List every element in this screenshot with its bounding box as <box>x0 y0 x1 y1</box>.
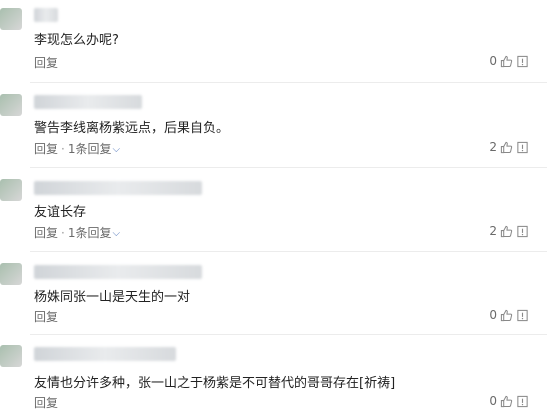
comment-text: 友谊长存 <box>34 205 87 220</box>
view-replies-button[interactable]: 1条回复⌵ <box>68 142 120 156</box>
reply-button[interactable]: 回复 <box>34 142 58 156</box>
view-replies-button[interactable]: 1条回复⌵ <box>68 226 120 240</box>
username-blurred[interactable] <box>34 265 202 279</box>
replies-count-label: 1条回复 <box>67 226 112 240</box>
comment-actions: 回复 · 1条回复⌵ <box>34 142 121 156</box>
avatar[interactable] <box>0 179 22 201</box>
comment-text: 友情也分许多种，张一山之于杨紫是不可替代的哥哥存在[祈祷] <box>34 376 396 391</box>
flag-icon[interactable] <box>516 309 529 322</box>
thumbs-up-icon[interactable] <box>500 309 513 322</box>
comment-actions: 回复 <box>34 54 58 71</box>
flag-icon[interactable] <box>516 55 529 68</box>
flag-icon[interactable] <box>516 141 529 154</box>
replies-count-label: 1条回复 <box>67 142 112 156</box>
chevron-down-icon: ⌵ <box>112 228 121 239</box>
comment-right-actions: 2 <box>489 140 529 154</box>
reply-button[interactable]: 回复 <box>34 310 58 324</box>
comment-actions: 回复 <box>34 308 58 325</box>
comment-right-actions: 0 <box>489 394 529 408</box>
thumbs-up-icon[interactable] <box>500 395 513 408</box>
comment-right-actions: 0 <box>489 308 529 322</box>
flag-icon[interactable] <box>516 225 529 238</box>
avatar[interactable] <box>0 345 22 367</box>
thumbs-up-icon[interactable] <box>500 55 513 68</box>
username-blurred[interactable] <box>34 8 58 22</box>
comment-right-actions: 0 <box>489 54 529 68</box>
divider <box>30 251 547 252</box>
thumbs-up-icon[interactable] <box>500 225 513 238</box>
like-count: 2 <box>489 224 497 238</box>
flag-icon[interactable] <box>516 395 529 408</box>
like-count: 0 <box>489 394 497 408</box>
avatar[interactable] <box>0 263 22 285</box>
username-blurred[interactable] <box>34 95 142 109</box>
divider <box>30 82 547 83</box>
avatar[interactable] <box>0 94 22 116</box>
comment-right-actions: 2 <box>489 224 529 238</box>
comment-text: 警告李线离杨紫远点，后果自负。 <box>34 121 230 136</box>
like-count: 0 <box>489 54 497 68</box>
comment-actions: 回复 · 1条回复⌵ <box>34 226 121 240</box>
username-blurred[interactable] <box>34 181 202 195</box>
divider <box>30 167 547 168</box>
reply-button[interactable]: 回复 <box>34 396 58 410</box>
comment-text: 李现怎么办呢? <box>34 33 119 48</box>
avatar[interactable] <box>0 8 22 30</box>
like-count: 0 <box>489 308 497 322</box>
reply-button[interactable]: 回复 <box>34 226 58 240</box>
chevron-down-icon: ⌵ <box>112 144 121 155</box>
username-blurred[interactable] <box>34 347 176 361</box>
comment-text: 杨姝同张一山是天生的一对 <box>34 290 191 305</box>
reply-button[interactable]: 回复 <box>34 56 58 70</box>
like-count: 2 <box>489 140 497 154</box>
comment-actions: 回复 <box>34 394 58 411</box>
divider <box>30 334 547 335</box>
thumbs-up-icon[interactable] <box>500 141 513 154</box>
